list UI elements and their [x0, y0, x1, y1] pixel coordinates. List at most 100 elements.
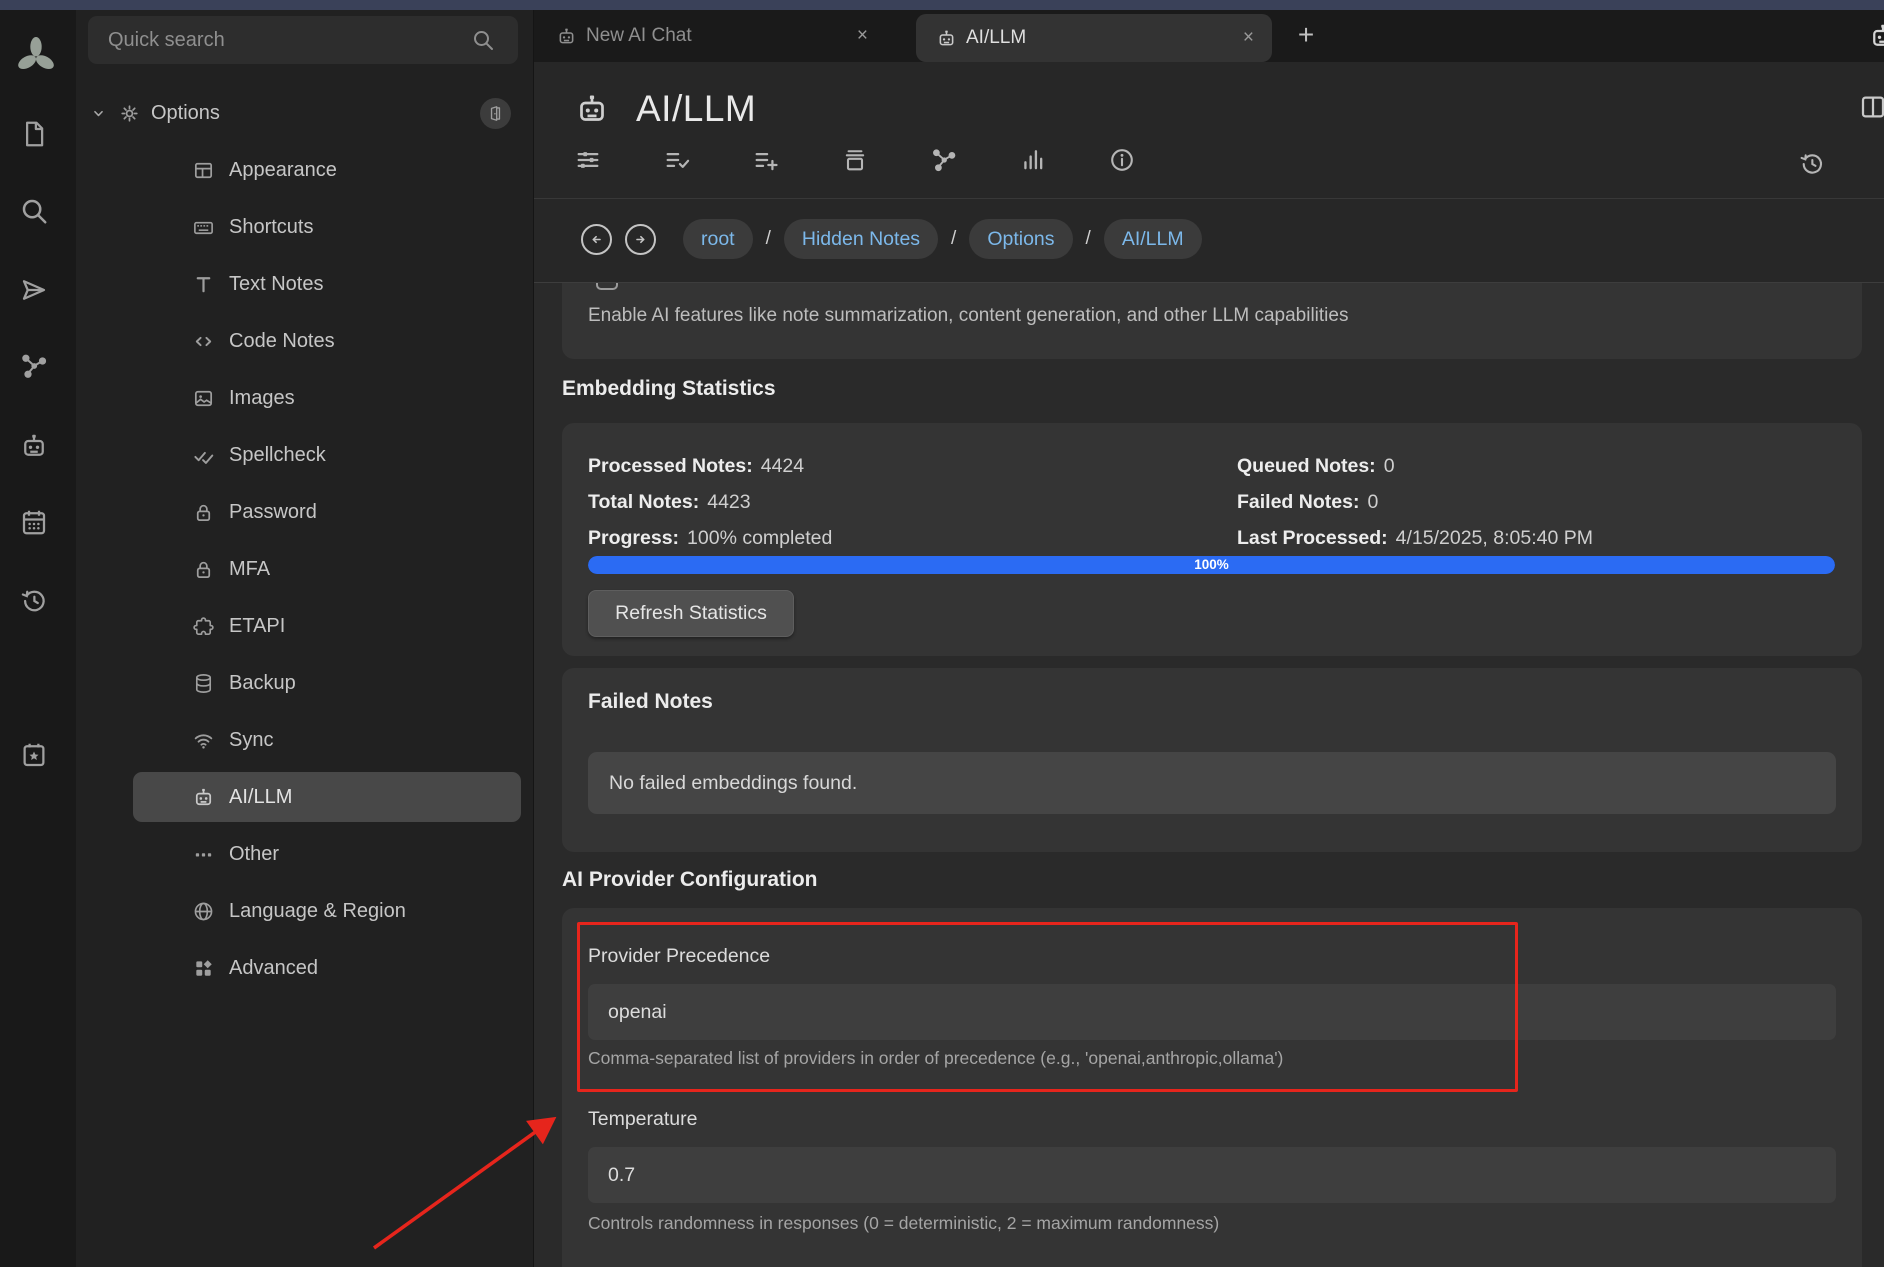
- close-icon[interactable]: ×: [857, 25, 868, 47]
- spellcheck-icon: [192, 444, 215, 467]
- sidebar-item-mfa[interactable]: MFA: [133, 544, 521, 594]
- tab-new-ai-chat[interactable]: New AI Chat ×: [556, 10, 886, 62]
- provider-precedence-label: Provider Precedence: [588, 945, 770, 968]
- options-tree: Options Appearance Shortcuts Text Notes …: [76, 88, 534, 1000]
- app-window: Options Appearance Shortcuts Text Notes …: [0, 0, 1884, 1267]
- embedding-statistics-card: Processed Notes:4424 Total Notes:4423 Pr…: [562, 423, 1862, 656]
- ai-provider-card: Provider Precedence Comma-separated list…: [562, 908, 1862, 1267]
- sidebar-item-appearance[interactable]: Appearance: [133, 145, 521, 195]
- split-view-icon[interactable]: [1858, 92, 1884, 122]
- window-title-strip: [0, 0, 1884, 10]
- tab-bar: New AI Chat × AI/LLM × +: [534, 10, 1884, 62]
- sidebar-item-sync[interactable]: Sync: [133, 715, 521, 765]
- back-button[interactable]: [581, 224, 612, 255]
- enable-ai-checkbox[interactable]: [596, 283, 618, 290]
- grid-icon: [192, 957, 215, 980]
- processed-notes-stat: Processed Notes:4424: [588, 455, 804, 478]
- sidebar-item-options[interactable]: Options: [76, 88, 521, 138]
- sidebar-item-spellcheck[interactable]: Spellcheck: [133, 430, 521, 480]
- note-info-icon[interactable]: [1108, 146, 1136, 174]
- note-map-icon[interactable]: [19, 351, 49, 381]
- database-icon: [192, 672, 215, 695]
- total-notes-stat: Total Notes:4423: [588, 491, 751, 514]
- note-title-row: AI/LLM: [574, 88, 756, 130]
- breadcrumb-hidden-notes[interactable]: Hidden Notes: [784, 219, 938, 259]
- note-header: AI/LLM root / Hidden: [534, 62, 1884, 283]
- provider-precedence-hint: Comma-separated list of providers in ord…: [588, 1048, 1283, 1069]
- provider-precedence-input[interactable]: [588, 984, 1836, 1040]
- robot-icon: [936, 28, 957, 49]
- chevron-down-icon[interactable]: [89, 104, 108, 123]
- temperature-label: Temperature: [588, 1108, 697, 1131]
- calendar-icon[interactable]: [19, 507, 49, 537]
- more-options-icon[interactable]: [1872, 150, 1884, 178]
- new-tab-button[interactable]: +: [1290, 20, 1322, 52]
- jump-to-note-icon[interactable]: [19, 275, 49, 305]
- lock-icon: [192, 558, 215, 581]
- inherited-attributes-icon[interactable]: [752, 146, 780, 174]
- sidebar-item-advanced[interactable]: Advanced: [133, 943, 521, 993]
- globe-icon: [192, 900, 215, 923]
- image-icon: [192, 387, 215, 410]
- trilium-logo: [14, 35, 58, 79]
- last-processed-stat: Last Processed:4/15/2025, 8:05:40 PM: [1237, 527, 1593, 550]
- sidebar-item-shortcuts[interactable]: Shortcuts: [133, 202, 521, 252]
- forward-button[interactable]: [625, 224, 656, 255]
- search-icon[interactable]: [19, 196, 49, 226]
- door-icon: [486, 104, 505, 123]
- note-detail-pane: New AI Chat × AI/LLM × + AI/LLM: [534, 10, 1884, 1267]
- owned-attributes-icon[interactable]: [663, 146, 691, 174]
- revisions-icon[interactable]: [1798, 150, 1826, 178]
- wifi-icon: [192, 729, 215, 752]
- robot-icon: [556, 26, 577, 47]
- unhoist-button[interactable]: [480, 98, 511, 129]
- tab-ai-llm[interactable]: AI/LLM ×: [916, 14, 1272, 62]
- ellipsis-icon: [192, 843, 215, 866]
- sidebar-item-password[interactable]: Password: [133, 487, 521, 537]
- robot-icon: [1868, 21, 1884, 51]
- ai-provider-configuration-heading: AI Provider Configuration: [562, 868, 818, 892]
- sidebar-item-images[interactable]: Images: [133, 373, 521, 423]
- lock-icon: [192, 501, 215, 524]
- ribbon-tabs: [574, 146, 1136, 174]
- sidebar-item-other[interactable]: Other: [133, 829, 521, 879]
- note-paths-icon[interactable]: [841, 146, 869, 174]
- robot-icon: [574, 91, 610, 127]
- basic-properties-icon[interactable]: [574, 146, 602, 174]
- similar-notes-icon[interactable]: [1019, 146, 1047, 174]
- sidebar-item-etapi[interactable]: ETAPI: [133, 601, 521, 651]
- ai-chat-icon[interactable]: [19, 431, 49, 461]
- quick-search-input[interactable]: [88, 16, 518, 64]
- day-note-icon[interactable]: [19, 740, 49, 770]
- launcher-bar: [0, 10, 76, 1267]
- failed-notes-empty-message: No failed embeddings found.: [588, 752, 1836, 814]
- settings-scroll-area: Enable AI features like note summarizati…: [534, 283, 1884, 1267]
- note-map-icon[interactable]: [930, 146, 958, 174]
- breadcrumb-root[interactable]: root: [683, 219, 753, 259]
- keyboard-icon: [192, 216, 215, 239]
- failed-notes-card: Failed Notes No failed embeddings found.: [562, 668, 1862, 852]
- appearance-icon: [192, 159, 215, 182]
- code-icon: [192, 330, 215, 353]
- sidebar-item-text-notes[interactable]: Text Notes: [133, 259, 521, 309]
- sidebar-item-language-region[interactable]: Language & Region: [133, 886, 521, 936]
- page-title[interactable]: AI/LLM: [636, 88, 756, 130]
- note-tree-panel: Options Appearance Shortcuts Text Notes …: [76, 10, 534, 1267]
- recent-changes-icon[interactable]: [19, 586, 49, 616]
- robot-icon: [192, 786, 215, 809]
- ai-enable-description: Enable AI features like note summarizati…: [588, 305, 1348, 327]
- new-note-icon[interactable]: [19, 119, 49, 149]
- sidebar-item-ai-llm[interactable]: AI/LLM: [133, 772, 521, 822]
- sidebar-item-backup[interactable]: Backup: [133, 658, 521, 708]
- refresh-statistics-button[interactable]: Refresh Statistics: [588, 590, 794, 637]
- breadcrumb-options[interactable]: Options: [969, 219, 1072, 259]
- arrow-right-icon: [632, 231, 649, 248]
- sidebar-item-code-notes[interactable]: Code Notes: [133, 316, 521, 366]
- temperature-input[interactable]: [588, 1147, 1836, 1203]
- text-icon: [192, 273, 215, 296]
- close-icon[interactable]: ×: [1243, 27, 1254, 49]
- progress-stat: Progress:100% completed: [588, 527, 832, 550]
- ribbon-divider: [534, 198, 1884, 199]
- breadcrumb-ai-llm[interactable]: AI/LLM: [1104, 219, 1202, 259]
- failed-notes-heading: Failed Notes: [588, 690, 713, 714]
